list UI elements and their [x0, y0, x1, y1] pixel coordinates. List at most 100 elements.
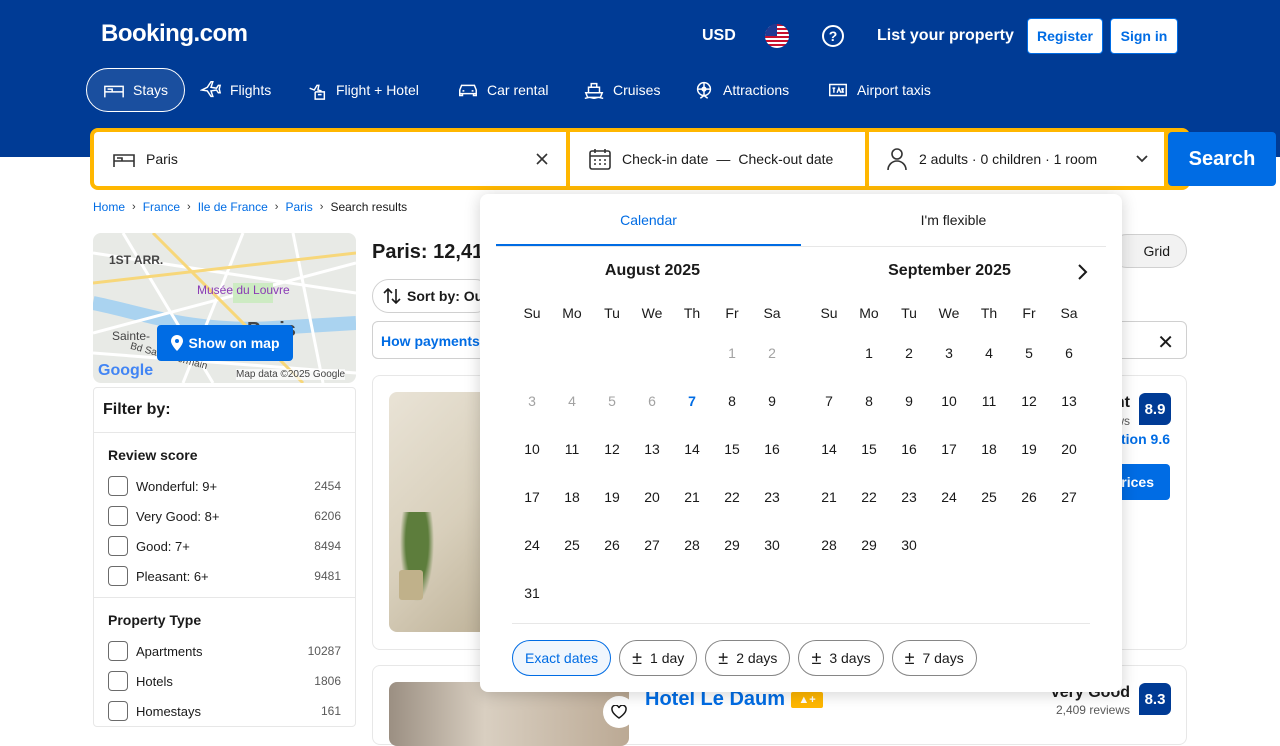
calendar-day[interactable]: 17	[512, 473, 552, 521]
calendar-day[interactable]: 6	[1049, 329, 1089, 377]
calendar-day[interactable]: 8	[849, 377, 889, 425]
nav-stays[interactable]: Stays	[86, 68, 186, 112]
calendar-day[interactable]: 14	[672, 425, 712, 473]
destination-value[interactable]: Paris	[146, 151, 178, 167]
filter-option[interactable]: Wonderful: 9+ 2454	[108, 471, 341, 501]
nav-flights[interactable]: Flights	[184, 68, 287, 112]
calendar-day[interactable]: 31	[512, 569, 552, 617]
filter-option[interactable]: Apartments 10287	[108, 636, 341, 666]
calendar-day[interactable]: 18	[969, 425, 1009, 473]
calendar-day[interactable]: 28	[672, 521, 712, 569]
booking-logo[interactable]: Booking.com	[101, 20, 248, 48]
map-preview[interactable]: 1ST ARR. Musée du Louvre Sainte- Bd Sain…	[93, 233, 356, 383]
calendar-day[interactable]: 15	[712, 425, 752, 473]
sort-dropdown[interactable]: Sort by: Ou	[372, 279, 492, 313]
filter-option[interactable]: Very Good: 8+ 6206	[108, 501, 341, 531]
currency-selector[interactable]: USD	[702, 27, 736, 45]
calendar-day[interactable]: 16	[889, 425, 929, 473]
calendar-day[interactable]: 18	[552, 473, 592, 521]
payments-link[interactable]: How payments	[381, 333, 480, 349]
calendar-day[interactable]: 30	[889, 521, 929, 569]
calendar-day[interactable]: 16	[752, 425, 792, 473]
calendar-day[interactable]: 12	[592, 425, 632, 473]
destination-field[interactable]: Paris	[94, 132, 566, 186]
filter-option[interactable]: Hotels 1806	[108, 666, 341, 696]
calendar-day[interactable]: 10	[512, 425, 552, 473]
calendar-day[interactable]: 23	[752, 473, 792, 521]
calendar-day[interactable]: 14	[809, 425, 849, 473]
search-button[interactable]: Search	[1168, 132, 1276, 186]
calendar-day[interactable]: 11	[552, 425, 592, 473]
guests-field[interactable]: 2 adults · 0 children · 1 room	[869, 132, 1164, 186]
register-button[interactable]: Register	[1027, 18, 1103, 54]
calendar-day[interactable]: 3	[929, 329, 969, 377]
calendar-day[interactable]: 29	[849, 521, 889, 569]
calendar-day[interactable]: 22	[712, 473, 752, 521]
calendar-day[interactable]: 21	[809, 473, 849, 521]
calendar-day[interactable]: 8	[712, 377, 752, 425]
close-icon[interactable]: ✕	[1157, 330, 1174, 355]
nav-airport-taxis[interactable]: Airport taxis	[811, 68, 947, 112]
calendar-day[interactable]: 29	[712, 521, 752, 569]
next-month-arrow-icon[interactable]	[1072, 262, 1092, 282]
calendar-day[interactable]: 20	[632, 473, 672, 521]
favorite-heart-icon[interactable]	[603, 696, 629, 728]
calendar-day[interactable]: 19	[1009, 425, 1049, 473]
checkbox[interactable]	[108, 701, 128, 721]
date-flex-chip[interactable]: ±3 days	[798, 640, 884, 676]
calendar-day[interactable]: 2	[889, 329, 929, 377]
calendar-day[interactable]: 1	[849, 329, 889, 377]
checkbox[interactable]	[108, 506, 128, 526]
calendar-day[interactable]: 10	[929, 377, 969, 425]
checkbox[interactable]	[108, 536, 128, 556]
checkbox[interactable]	[108, 476, 128, 496]
date-flex-chip[interactable]: ±7 days	[891, 640, 977, 676]
tab-calendar[interactable]: Calendar	[496, 194, 801, 246]
calendar-day[interactable]: 7	[672, 377, 712, 425]
breadcrumb-paris[interactable]: Paris	[285, 200, 312, 214]
calendar-day[interactable]: 7	[809, 377, 849, 425]
filter-option[interactable]: Good: 7+ 8494	[108, 531, 341, 561]
date-flex-chip[interactable]: Exact dates	[512, 640, 612, 676]
checkbox[interactable]	[108, 671, 128, 691]
calendar-day[interactable]: 28	[809, 521, 849, 569]
help-icon[interactable]: ?	[822, 25, 844, 47]
calendar-day[interactable]: 21	[672, 473, 712, 521]
calendar-day[interactable]: 24	[512, 521, 552, 569]
calendar-day[interactable]: 26	[592, 521, 632, 569]
calendar-day[interactable]: 11	[969, 377, 1009, 425]
breadcrumb-region[interactable]: Ile de France	[198, 200, 268, 214]
calendar-day[interactable]: 24	[929, 473, 969, 521]
calendar-day[interactable]: 25	[552, 521, 592, 569]
calendar-day[interactable]: 19	[592, 473, 632, 521]
date-flex-chip[interactable]: ±1 day	[619, 640, 698, 676]
calendar-day[interactable]: 25	[969, 473, 1009, 521]
checkbox[interactable]	[108, 641, 128, 661]
calendar-day[interactable]: 15	[849, 425, 889, 473]
calendar-day[interactable]: 9	[889, 377, 929, 425]
calendar-day[interactable]: 22	[849, 473, 889, 521]
us-flag-icon[interactable]	[765, 24, 789, 48]
calendar-day[interactable]: 30	[752, 521, 792, 569]
nav-cruises[interactable]: Cruises	[567, 68, 676, 112]
filter-option[interactable]: Homestays 161	[108, 696, 341, 726]
calendar-day[interactable]: 12	[1009, 377, 1049, 425]
calendar-day[interactable]: 9	[752, 377, 792, 425]
breadcrumb-home[interactable]: Home	[93, 200, 125, 214]
calendar-day[interactable]: 27	[1049, 473, 1089, 521]
calendar-day[interactable]: 26	[1009, 473, 1049, 521]
date-flex-chip[interactable]: ±2 days	[705, 640, 791, 676]
calendar-day[interactable]: 4	[969, 329, 1009, 377]
checkbox[interactable]	[108, 566, 128, 586]
filter-option[interactable]: Pleasant: 6+ 9481	[108, 561, 341, 591]
sign-in-button[interactable]: Sign in	[1110, 18, 1178, 54]
calendar-day[interactable]: 27	[632, 521, 672, 569]
calendar-day[interactable]: 17	[929, 425, 969, 473]
calendar-day[interactable]: 20	[1049, 425, 1089, 473]
tab-flexible[interactable]: I'm flexible	[801, 194, 1106, 246]
calendar-day[interactable]: 23	[889, 473, 929, 521]
calendar-day[interactable]: 13	[632, 425, 672, 473]
show-on-map-button[interactable]: Show on map	[157, 325, 293, 361]
calendar-day[interactable]: 13	[1049, 377, 1089, 425]
breadcrumb-france[interactable]: France	[143, 200, 180, 214]
